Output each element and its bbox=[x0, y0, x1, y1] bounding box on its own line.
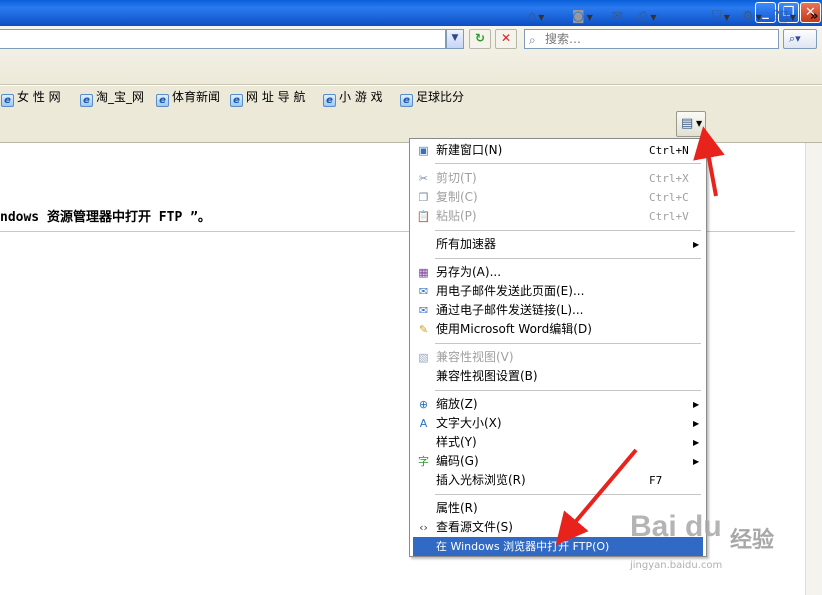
arrow-to-open-ftp bbox=[555, 448, 638, 546]
annotation-arrows bbox=[555, 126, 725, 546]
arrow-to-page-menu bbox=[693, 126, 725, 197]
